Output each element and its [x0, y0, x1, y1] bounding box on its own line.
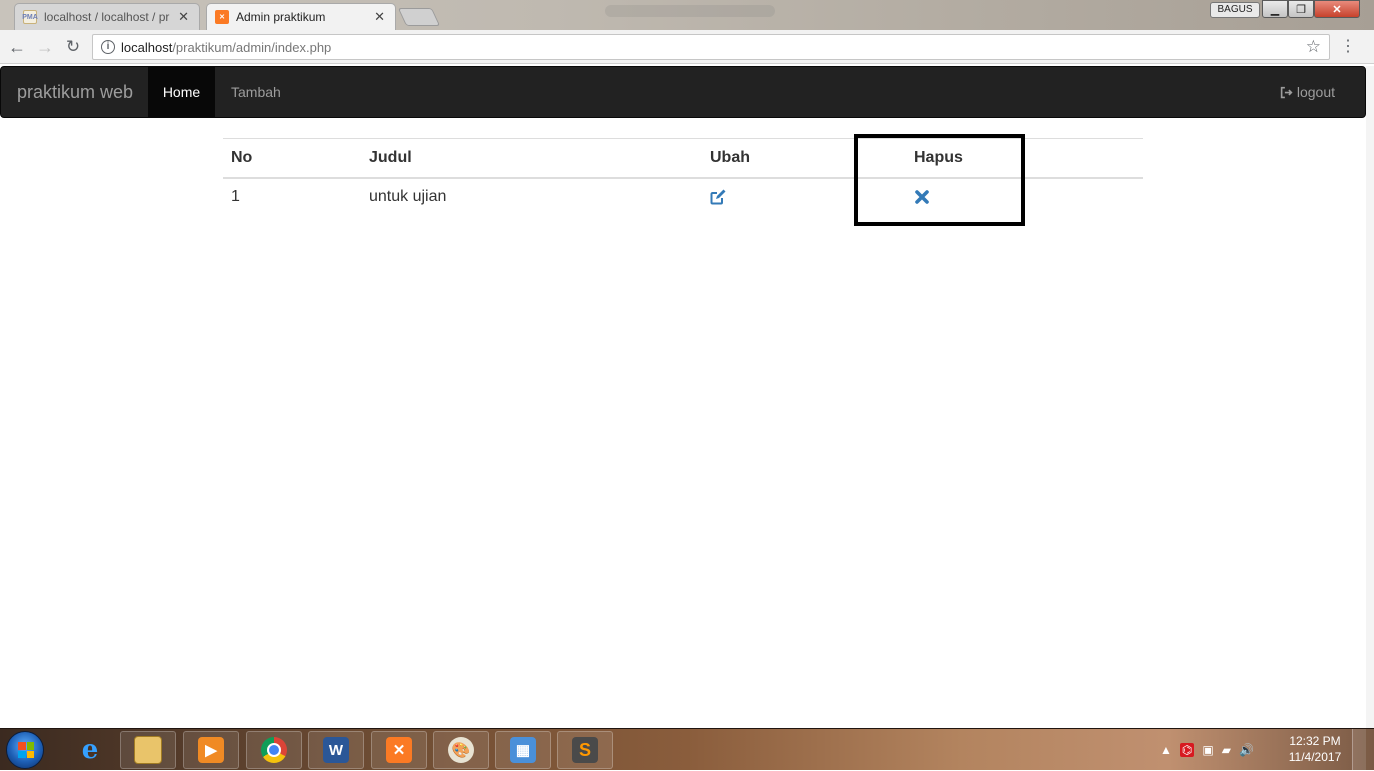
clock-date: 11/4/2017 — [1288, 750, 1342, 764]
profile-badge[interactable]: BAGUS — [1210, 2, 1260, 18]
column-header-judul: Judul — [369, 148, 412, 166]
window-title-bar: PMA localhost / localhost / pr ✕ ✕ Admin… — [0, 0, 1374, 30]
phpmyadmin-icon: PMA — [22, 10, 38, 24]
cell-no: 1 — [231, 188, 240, 205]
tab-title: Admin praktikum — [236, 10, 326, 24]
taskbar-sublime-text[interactable]: S — [557, 731, 613, 769]
logout-label: logout — [1296, 84, 1335, 100]
cell-hapus — [906, 178, 1143, 216]
window-right-edge — [1366, 66, 1374, 728]
window-title-blur — [605, 5, 775, 17]
windows-logo-icon — [18, 742, 34, 758]
column-header-ubah: Ubah — [710, 148, 750, 166]
start-button[interactable] — [6, 731, 44, 769]
show-desktop-button[interactable] — [1352, 729, 1366, 771]
minimize-button[interactable]: ▁ — [1262, 0, 1288, 18]
taskbar-control-panel[interactable]: ▦ — [495, 731, 551, 769]
maximize-button[interactable]: ❐ — [1288, 0, 1314, 18]
system-clock[interactable]: 12:32 PM 11/4/2017 — [1282, 733, 1348, 765]
cell-ubah — [702, 178, 906, 216]
logout-icon — [1280, 86, 1293, 98]
site-navbar: praktikum web Home Tambah logout — [0, 66, 1366, 118]
taskbar-media-player[interactable]: ▶ — [183, 731, 239, 769]
tab-title: localhost / localhost / pr — [44, 10, 170, 24]
reload-icon[interactable]: ↻ — [62, 36, 84, 58]
nav-home[interactable]: Home — [148, 67, 215, 117]
close-tab-icon[interactable]: ✕ — [178, 9, 189, 25]
taskbar-word[interactable]: W — [308, 731, 364, 769]
taskbar-chrome[interactable] — [246, 731, 302, 769]
paint-icon: 🎨 — [448, 737, 474, 763]
back-arrow-icon[interactable]: ← — [6, 36, 28, 58]
system-tray: ▲ ⌬ ▣ ▰ 🔊 — [1160, 729, 1254, 771]
cell-judul: untuk ujian — [369, 188, 447, 205]
address-bar[interactable]: i localhost/praktikum/admin/index.php ☆ — [92, 34, 1330, 60]
nav-tambah[interactable]: Tambah — [216, 67, 296, 117]
logout-link[interactable]: logout — [1280, 67, 1335, 117]
file-explorer-icon — [134, 736, 162, 764]
browser-tab-phpmyadmin[interactable]: PMA localhost / localhost / pr ✕ — [14, 3, 200, 30]
taskbar-internet-explorer[interactable]: e — [62, 731, 118, 769]
column-header-no: No — [231, 148, 253, 166]
volume-icon[interactable]: 🔊 — [1239, 743, 1254, 757]
taskbar-file-explorer[interactable] — [120, 731, 176, 769]
windows-taskbar: e ▶ W ✕ 🎨 ▦ S ▲ ⌬ ▣ ▰ 🔊 12:32 PM 11/4/20… — [0, 728, 1374, 771]
close-tab-icon[interactable]: ✕ — [374, 9, 385, 25]
taskbar-paint[interactable]: 🎨 — [433, 731, 489, 769]
browser-tab-admin[interactable]: ✕ Admin praktikum ✕ — [206, 3, 396, 30]
clock-time: 12:32 PM — [1289, 734, 1341, 748]
device-icon[interactable]: ▣ — [1202, 743, 1213, 757]
edit-icon[interactable] — [710, 189, 726, 205]
media-player-icon: ▶ — [198, 737, 224, 763]
internet-explorer-icon: e — [81, 735, 99, 765]
xampp-icon: ✕ — [386, 737, 412, 763]
new-tab-button[interactable] — [397, 8, 441, 26]
taskbar-xampp[interactable]: ✕ — [371, 731, 427, 769]
sublime-text-icon: S — [572, 737, 598, 763]
navbar-brand[interactable]: praktikum web — [17, 67, 133, 117]
network-icon[interactable]: ▰ — [1222, 743, 1231, 757]
antivirus-icon[interactable]: ⌬ — [1179, 743, 1195, 757]
browser-menu-icon[interactable]: ⋮ — [1340, 36, 1356, 58]
show-hidden-icons-icon[interactable]: ▲ — [1160, 743, 1172, 757]
url-path: /praktikum/admin/index.php — [172, 39, 332, 55]
xampp-icon: ✕ — [215, 10, 229, 24]
forward-arrow-icon[interactable]: → — [34, 36, 56, 58]
word-icon: W — [323, 737, 349, 763]
chrome-icon — [261, 737, 287, 763]
table-header-row: No Judul Ubah Hapus — [223, 138, 1143, 178]
table-row: 1 untuk ujian — [223, 178, 1143, 216]
close-window-button[interactable]: ✕ — [1314, 0, 1360, 18]
site-info-icon[interactable]: i — [101, 40, 115, 54]
remove-icon[interactable] — [914, 189, 930, 205]
url-host: localhost — [121, 39, 173, 55]
browser-toolbar: ← → ↻ i localhost/praktikum/admin/index.… — [0, 30, 1374, 64]
articles-table: No Judul Ubah Hapus 1 untuk ujian — [223, 138, 1143, 216]
control-panel-icon: ▦ — [510, 737, 536, 763]
bookmark-star-icon[interactable]: ☆ — [1306, 37, 1321, 57]
column-header-hapus: Hapus — [914, 148, 963, 166]
